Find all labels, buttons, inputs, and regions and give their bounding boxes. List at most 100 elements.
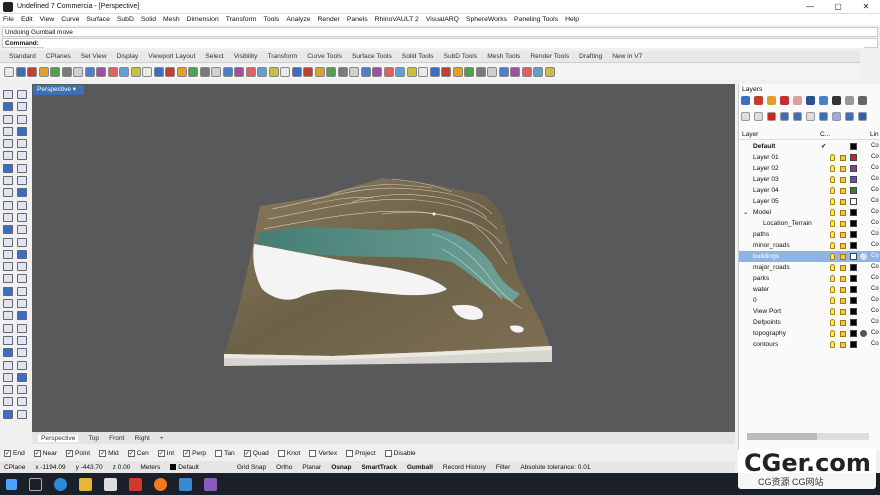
layer-linetype[interactable]: Co <box>871 185 879 196</box>
visibility-bulb-icon[interactable] <box>830 176 835 183</box>
tab-viewport-layout[interactable]: Viewport Layout <box>148 53 195 60</box>
lock-icon[interactable] <box>840 177 846 183</box>
left-tool-icon[interactable] <box>3 90 13 99</box>
left-tool-icon[interactable] <box>17 151 27 161</box>
header-current[interactable]: C... <box>820 131 830 138</box>
toolbar-icon[interactable] <box>337 66 348 77</box>
expand-icon[interactable]: ⌄ <box>743 207 749 218</box>
layer-linetype[interactable]: Co <box>871 229 879 240</box>
visibility-bulb-icon[interactable] <box>830 308 835 315</box>
layer-tool-icon[interactable] <box>819 112 828 121</box>
menu-item-curve[interactable]: Curve <box>61 16 79 23</box>
layer-linetype[interactable]: Co <box>871 251 879 262</box>
layer-tool-icon[interactable] <box>845 112 854 121</box>
tab-select[interactable]: Select <box>205 53 223 60</box>
left-tool-icon[interactable] <box>3 237 13 247</box>
tab-visibility[interactable]: Visibility <box>234 53 258 60</box>
menu-item-surface[interactable]: Surface <box>86 16 109 23</box>
lock-icon[interactable] <box>840 331 846 337</box>
layer-linetype[interactable]: Co <box>871 273 879 284</box>
toolbar-icon[interactable] <box>268 66 279 77</box>
toolbar-icon[interactable] <box>372 66 382 77</box>
osnap-cen[interactable]: ✓ Cen <box>127 450 149 457</box>
left-tool-icon[interactable] <box>17 409 27 419</box>
tab-mesh-tools[interactable]: Mesh Tools <box>487 53 520 60</box>
layer-tool-icon[interactable] <box>741 96 750 105</box>
osnap-knot[interactable]: Knot <box>277 450 300 457</box>
menu-item-panels[interactable]: Panels <box>347 16 368 23</box>
layer-linetype[interactable]: Co <box>871 207 879 218</box>
menu-item-file[interactable]: File <box>3 16 14 23</box>
toolbar-icon[interactable] <box>498 66 509 77</box>
layer-linetype[interactable]: Co <box>871 295 879 306</box>
toolbar-icon[interactable] <box>119 66 129 77</box>
layer-row-model[interactable]: ⌄ Model Co <box>739 207 880 218</box>
left-tool-icon[interactable] <box>17 212 27 222</box>
winrar-icon[interactable] <box>204 477 217 491</box>
checkbox[interactable]: ✓ <box>157 450 165 457</box>
checkbox[interactable] <box>215 450 223 457</box>
lock-icon[interactable] <box>840 276 846 282</box>
visibility-bulb-icon[interactable] <box>830 231 835 238</box>
osnap-near[interactable]: ✓ Near <box>33 450 57 457</box>
toolbar-icon[interactable] <box>84 66 95 77</box>
lock-icon[interactable] <box>840 243 846 249</box>
layer-row-water[interactable]: water Co <box>739 284 880 295</box>
layer-row-major_roads[interactable]: major_roads Co <box>739 262 880 273</box>
ortho-toggle[interactable]: Ortho <box>276 464 292 471</box>
left-tool-icon[interactable] <box>3 385 13 395</box>
layer-color-swatch[interactable] <box>850 143 857 150</box>
firefox-icon[interactable] <box>154 477 167 491</box>
layer-color-swatch[interactable] <box>850 341 857 348</box>
osnap-int[interactable]: ✓ Int <box>157 450 174 457</box>
layer-color-swatch[interactable] <box>850 220 857 227</box>
toolbar-icon[interactable] <box>153 66 164 77</box>
toolbar-icon[interactable] <box>107 66 118 77</box>
visibility-bulb-icon[interactable] <box>830 242 835 249</box>
checkbox[interactable] <box>346 450 354 457</box>
menu-item-edit[interactable]: Edit <box>21 16 33 23</box>
toolbar-icon[interactable] <box>27 66 37 77</box>
perspective-viewport[interactable] <box>32 84 735 432</box>
left-tool-icon[interactable] <box>17 176 27 186</box>
layer-color-swatch[interactable] <box>850 187 857 194</box>
material-icon[interactable] <box>860 253 867 260</box>
osnap-project[interactable]: Project <box>346 450 376 457</box>
left-tool-icon[interactable] <box>17 262 27 272</box>
checkbox[interactable]: ✓ <box>183 450 191 457</box>
checkbox[interactable] <box>309 450 317 457</box>
menu-item-sphereworks[interactable]: SphereWorks <box>466 16 507 23</box>
toolbar-icon[interactable] <box>521 66 532 77</box>
left-tool-icon[interactable] <box>17 385 27 395</box>
osnap-point[interactable]: ✓ Point <box>66 450 90 457</box>
layer-tool-icon[interactable] <box>845 96 854 105</box>
toolbar-icon[interactable] <box>406 66 417 77</box>
checkbox[interactable] <box>277 450 285 457</box>
visibility-bulb-icon[interactable] <box>830 275 835 282</box>
gumball-toggle[interactable]: Gumball <box>407 464 433 471</box>
layer-linetype[interactable]: Co <box>871 284 879 295</box>
toolbar-icon[interactable] <box>165 66 175 77</box>
menu-item-tools[interactable]: Tools <box>263 16 279 23</box>
viewport-tab-right[interactable]: Right <box>134 435 149 442</box>
tab-drafting[interactable]: Drafting <box>579 53 602 60</box>
tab-surface-tools[interactable]: Surface Tools <box>352 53 392 60</box>
layer-row-topography[interactable]: topography Co <box>739 328 880 339</box>
toolbar-icon[interactable] <box>533 66 543 77</box>
layer-color-swatch[interactable] <box>850 297 857 304</box>
layer-row-paths[interactable]: paths Co <box>739 229 880 240</box>
checkbox[interactable] <box>384 450 392 457</box>
left-tool-icon[interactable] <box>17 274 27 284</box>
layer-color-swatch[interactable] <box>850 308 857 315</box>
layer-linetype[interactable]: Co <box>871 152 879 163</box>
menu-item-render[interactable]: Render <box>318 16 340 23</box>
layer-color-swatch[interactable] <box>850 319 857 326</box>
menu-item-help[interactable]: Help <box>565 16 579 23</box>
left-tool-icon[interactable] <box>17 249 27 259</box>
layer-linetype[interactable]: Co <box>871 196 879 207</box>
edge-icon[interactable] <box>54 477 67 491</box>
layers-scrollbar[interactable] <box>747 433 869 440</box>
layer-linetype[interactable]: Co <box>871 262 879 273</box>
viewport-tab-perspective[interactable]: Perspective <box>38 434 79 442</box>
left-tool-icon[interactable] <box>3 286 13 296</box>
